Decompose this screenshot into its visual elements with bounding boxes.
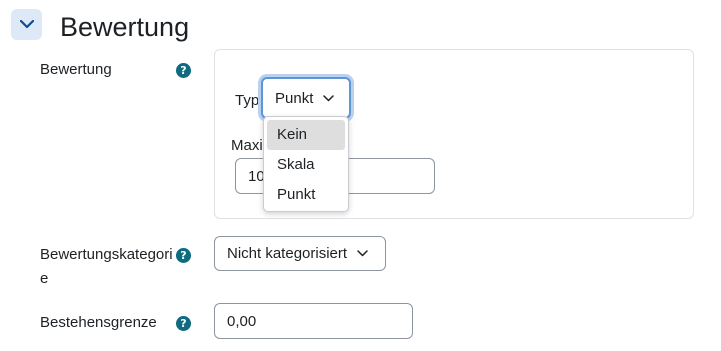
type-option-punkt[interactable]: Punkt	[267, 180, 345, 210]
chevron-down-icon	[323, 94, 335, 102]
question-circle-icon[interactable]: ?	[176, 248, 191, 263]
pass-grade-value: 0,00	[227, 312, 257, 330]
max-grade-label: Maxi	[231, 137, 263, 154]
question-circle-icon[interactable]: ?	[176, 316, 191, 331]
grade-label: Bewertung	[40, 61, 112, 78]
type-option-skala[interactable]: Skala	[267, 150, 345, 180]
pass-grade-input[interactable]: 0,00	[214, 303, 413, 339]
pass-grade-label: Bestehensgrenze	[40, 314, 157, 331]
type-option-kein[interactable]: Kein	[267, 120, 345, 150]
type-dropdown-menu: Kein Skala Punkt	[263, 116, 349, 212]
type-label: Typ	[235, 92, 260, 109]
category-label: Bewertungskategori e	[40, 244, 173, 290]
chevron-down-icon	[357, 250, 368, 257]
category-select[interactable]: Nicht kategorisiert	[214, 236, 386, 271]
section-title: Bewertung	[60, 12, 190, 42]
question-circle-icon[interactable]: ?	[176, 63, 191, 78]
category-label-line1: Bewertungskategori	[40, 246, 173, 263]
category-label-line2: e	[40, 270, 49, 287]
type-select-value: Punkt	[275, 89, 314, 107]
chevron-down-icon	[19, 20, 34, 29]
category-select-value: Nicht kategorisiert	[227, 245, 348, 262]
type-select[interactable]: Punkt	[261, 77, 351, 119]
section-collapse-button[interactable]	[11, 9, 42, 40]
